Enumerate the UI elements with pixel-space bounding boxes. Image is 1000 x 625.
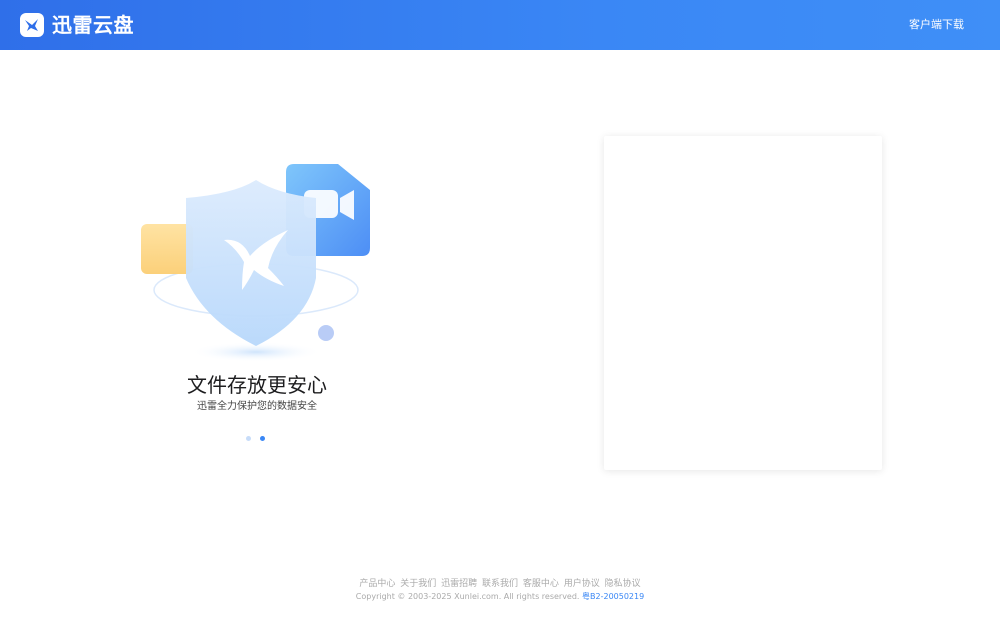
carousel-dot-1[interactable]: [246, 436, 251, 441]
footer-link-support[interactable]: 客服中心: [523, 579, 559, 589]
footer-link-contact[interactable]: 联系我们: [482, 579, 518, 589]
footer-link-product-center[interactable]: 产品中心: [359, 579, 395, 589]
security-illustration: [138, 160, 374, 370]
logo-text: 迅雷云盘: [52, 13, 134, 37]
hero-subtitle: 迅雷全力保护您的数据安全: [197, 401, 317, 412]
copyright-text: Copyright © 2003-2025 Xunlei.com. All ri…: [355, 592, 580, 601]
footer-copyright: Copyright © 2003-2025 Xunlei.com. All ri…: [0, 591, 1000, 603]
footer-link-privacy[interactable]: 隐私协议: [605, 579, 641, 589]
top-header: 迅雷云盘 客户端下载: [0, 0, 1000, 50]
carousel-dots: [246, 436, 265, 441]
client-download-link[interactable]: 客户端下载: [909, 16, 964, 34]
login-panel: [604, 136, 882, 470]
xunlei-bird-icon: [20, 13, 44, 37]
footer-link-careers[interactable]: 迅雷招聘: [441, 579, 477, 589]
hero-title: 文件存放更安心: [187, 373, 327, 397]
login-page: 迅雷云盘 客户端下载 文件存放更安心 迅雷全力保护您的数据安全 产品中心 关于我…: [0, 0, 1000, 625]
icp-license-link[interactable]: 粤B2-20050219: [582, 592, 644, 601]
footer-link-about-us[interactable]: 关于我们: [400, 579, 436, 589]
footer-links: 产品中心 关于我们 迅雷招聘 联系我们 客服中心 用户协议 隐私协议: [0, 578, 1000, 590]
footer-link-user-agreement[interactable]: 用户协议: [564, 579, 600, 589]
logo[interactable]: 迅雷云盘: [20, 12, 134, 38]
carousel-dot-2[interactable]: [260, 436, 265, 441]
